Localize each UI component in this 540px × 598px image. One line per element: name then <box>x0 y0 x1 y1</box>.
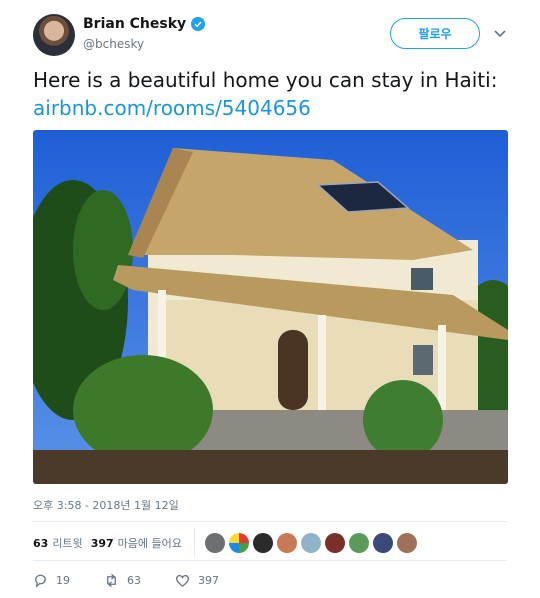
divider <box>33 560 507 561</box>
author-name[interactable]: Brian Chesky <box>83 16 186 32</box>
avatar[interactable] <box>33 14 75 56</box>
tweet-link[interactable]: airbnb.com/rooms/5404656 <box>33 96 311 120</box>
tweet-photo[interactable] <box>33 130 508 484</box>
chevron-down-icon[interactable] <box>493 26 507 40</box>
retweet-button[interactable]: 63 <box>104 573 141 588</box>
tweet-timestamp[interactable]: 오후 3:58 - 2018년 1월 12일 <box>33 497 179 513</box>
avatar[interactable] <box>228 533 249 553</box>
tweet-actions: 19 63 397 <box>33 573 253 588</box>
like-button[interactable]: 397 <box>175 573 219 588</box>
retweet-icon <box>107 573 116 588</box>
reply-count: 19 <box>56 574 70 587</box>
retweet-action-count: 63 <box>127 574 141 587</box>
avatar[interactable] <box>372 533 393 553</box>
avatar[interactable] <box>204 533 225 553</box>
author-name-row[interactable]: Brian Chesky <box>83 16 206 32</box>
tweet-stats: 63 리트윗 397 마음에 들어요 <box>33 528 507 558</box>
tweet-header: Brian Chesky @bchesky 팔로우 <box>33 14 513 58</box>
like-label: 마음에 들어요 <box>117 537 182 550</box>
like-count: 397 <box>90 537 114 550</box>
divider <box>33 521 507 522</box>
tweet-body: Here is a beautiful home you can stay in… <box>33 68 498 92</box>
retweet-stat[interactable]: 63 리트윗 <box>33 535 83 551</box>
retweet-count: 63 <box>33 537 49 550</box>
avatar[interactable] <box>276 533 297 553</box>
like-action-count: 397 <box>198 574 219 587</box>
avatar[interactable] <box>396 533 417 553</box>
avatar[interactable] <box>324 533 345 553</box>
tweet-text: Here is a beautiful home you can stay in… <box>33 66 503 122</box>
retweet-label: 리트윗 <box>52 537 83 550</box>
verified-badge-icon <box>191 17 206 31</box>
liker-avatars <box>204 533 417 553</box>
author-handle[interactable]: @bchesky <box>83 37 144 51</box>
thatched-house-photo <box>33 130 508 484</box>
avatar[interactable] <box>300 533 321 553</box>
follow-button[interactable]: 팔로우 <box>390 18 480 49</box>
stat-separator <box>193 528 195 558</box>
avatar[interactable] <box>348 533 369 553</box>
reply-icon <box>35 574 46 588</box>
like-stat[interactable]: 397 마음에 들어요 <box>91 535 182 551</box>
avatar[interactable] <box>252 533 273 553</box>
heart-icon <box>175 574 190 587</box>
reply-button[interactable]: 19 <box>33 573 70 588</box>
